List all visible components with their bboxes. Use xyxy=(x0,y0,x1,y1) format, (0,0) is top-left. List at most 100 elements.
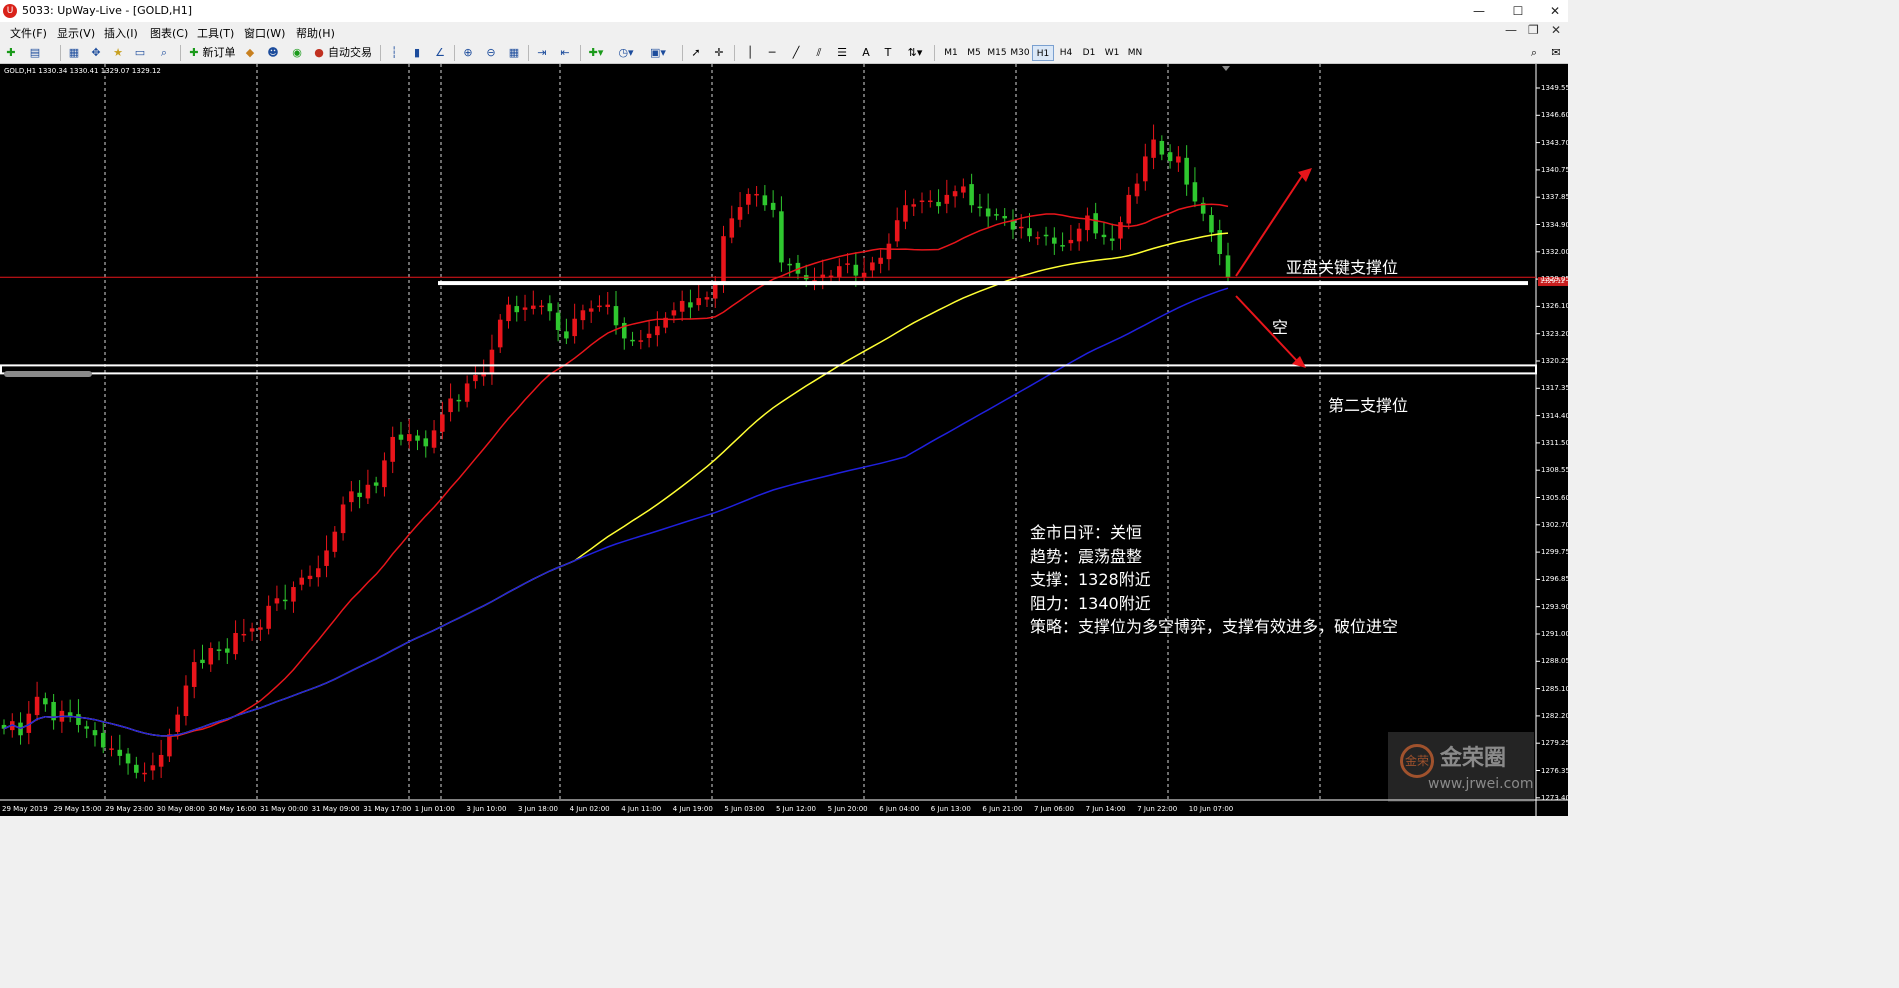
tile-windows-icon[interactable]: ▦ xyxy=(506,45,522,61)
timeframe-m30[interactable]: M30 xyxy=(1009,45,1031,61)
time-tick-label: 5 Jun 12:00 xyxy=(776,805,817,813)
trend-line-icon[interactable]: ╱ xyxy=(788,45,804,61)
terminal-icon[interactable]: ▭ xyxy=(132,45,148,61)
market-commentary: 金市日评：关恒 趋势：震荡盘整 支撑：1328附近 阻力：1340附近 策略：支… xyxy=(1030,521,1398,639)
candle-body xyxy=(216,649,222,651)
candle-body xyxy=(1035,237,1041,239)
candle-body xyxy=(406,434,412,442)
candle-body xyxy=(729,218,735,238)
search-icon[interactable]: ⌕ xyxy=(1526,45,1542,61)
child-close-button[interactable]: ✕ xyxy=(1551,23,1561,37)
auto-trade-icon[interactable]: ● xyxy=(311,45,327,61)
upway-logo-icon: U xyxy=(3,4,17,18)
navigator-icon[interactable]: ★ xyxy=(110,45,126,61)
timeframe-m5[interactable]: M5 xyxy=(963,45,985,61)
time-tick-label: 6 Jun 13:00 xyxy=(930,805,971,813)
timeframe-w1[interactable]: W1 xyxy=(1101,45,1123,61)
time-tick-label: 30 May 08:00 xyxy=(156,805,205,813)
vertical-line-icon[interactable]: │ xyxy=(742,45,758,61)
candle-body xyxy=(175,714,180,732)
text-tool-button[interactable]: A xyxy=(858,45,874,61)
data-window-icon[interactable]: ✥ xyxy=(88,45,104,61)
candle-body xyxy=(134,764,139,773)
candle-body xyxy=(349,491,354,503)
profiles-icon[interactable]: ▤ xyxy=(26,45,44,61)
templates-icon[interactable]: ▣▾ xyxy=(648,45,668,61)
close-button[interactable]: ✕ xyxy=(1540,2,1570,20)
candle-body xyxy=(770,202,776,210)
zoom-in-icon[interactable]: ⊕ xyxy=(460,45,476,61)
time-tick-label: 3 Jun 18:00 xyxy=(518,805,559,813)
tester-icon[interactable]: ⌕ xyxy=(156,45,172,61)
child-restore-button[interactable]: ❐ xyxy=(1528,23,1539,37)
time-tick-label: 31 May 09:00 xyxy=(311,805,360,813)
auto-trade-button[interactable]: 自动交易 xyxy=(328,45,372,61)
new-order-button[interactable]: 新订单 xyxy=(202,45,236,61)
line-chart-icon[interactable]: ∠ xyxy=(432,45,448,61)
time-tick-label: 5 Jun 03:00 xyxy=(724,805,765,813)
menu-charts[interactable]: 图表(C) xyxy=(150,25,188,41)
candle-body xyxy=(1184,157,1189,185)
candle-body xyxy=(1225,255,1231,278)
candle-body xyxy=(183,685,189,717)
chart-shift-icon[interactable]: ⇥ xyxy=(534,45,550,61)
users-icon[interactable]: ☻ xyxy=(265,45,281,61)
candle-body xyxy=(655,326,660,336)
cursor-icon[interactable]: ➚ xyxy=(688,45,704,61)
label-tool-button[interactable]: T xyxy=(880,45,896,61)
terminal-window: U 5033: UpWay-Live - [GOLD,H1] — ☐ ✕ 文件(… xyxy=(0,0,1568,816)
timeframe-h4[interactable]: H4 xyxy=(1055,45,1077,61)
channel-icon[interactable]: ⫽ xyxy=(811,45,827,61)
time-tick-label: 29 May 2019 xyxy=(2,805,48,813)
zoom-out-icon[interactable]: ⊖ xyxy=(483,45,499,61)
crosshair-icon[interactable]: ✛ xyxy=(711,45,727,61)
chart-scroll-handle[interactable] xyxy=(4,371,92,377)
price-tick-label: 1282.20 xyxy=(1541,711,1568,720)
commentary-trend: 趋势：震荡盘整 xyxy=(1030,546,1143,566)
menu-insert[interactable]: 插入(I) xyxy=(104,25,138,41)
child-minimize-button[interactable]: — xyxy=(1505,23,1517,37)
timeframe-h1[interactable]: H1 xyxy=(1032,45,1054,61)
price-tick-label: 1332.00 xyxy=(1541,247,1568,256)
market-watch-icon[interactable]: ▦ xyxy=(66,45,82,61)
menu-help[interactable]: 帮助(H) xyxy=(296,25,335,41)
menu-tools[interactable]: 工具(T) xyxy=(197,25,234,41)
autoscroll-icon[interactable]: ⇤ xyxy=(557,45,573,61)
candle-body xyxy=(1118,222,1123,239)
menu-view[interactable]: 显示(V) xyxy=(57,25,95,41)
signals-icon[interactable]: ◉ xyxy=(289,45,305,61)
chat-icon[interactable]: ✉ xyxy=(1548,45,1564,61)
fibonacci-icon[interactable]: ☰ xyxy=(834,45,850,61)
menu-window[interactable]: 窗口(W) xyxy=(244,25,285,41)
candle-body xyxy=(448,398,453,413)
minimize-button[interactable]: — xyxy=(1464,2,1494,20)
price-tick-label: 1273.40 xyxy=(1541,793,1568,802)
indicators-icon[interactable]: ✚▾ xyxy=(586,45,606,61)
second-support-zone xyxy=(0,364,1537,375)
metaeditor-icon[interactable]: ◆ xyxy=(242,45,258,61)
price-tick-label: 1288.05 xyxy=(1541,657,1568,666)
price-chart[interactable]: GOLD,H1 1330.34 1330.41 1329.07 1329.12 … xyxy=(0,64,1568,816)
candlestick-chart-icon[interactable]: ▮ xyxy=(409,45,425,61)
candle-body xyxy=(456,399,462,402)
candle-body xyxy=(671,310,677,316)
arrows-icon[interactable]: ⇅▾ xyxy=(904,45,926,61)
candle-body xyxy=(340,504,346,534)
periods-icon[interactable]: ◷▾ xyxy=(616,45,636,61)
new-order-icon[interactable]: ✚ xyxy=(187,45,201,61)
time-tick-label: 1 Jun 01:00 xyxy=(414,805,455,813)
menu-file[interactable]: 文件(F) xyxy=(10,25,47,41)
candle-body xyxy=(258,627,263,630)
time-tick-label: 7 Jun 14:00 xyxy=(1085,805,1126,813)
candle-body xyxy=(746,193,751,205)
horizontal-line-icon[interactable]: ─ xyxy=(764,45,780,61)
new-chart-icon[interactable]: ✚ xyxy=(2,45,20,61)
timeframe-d1[interactable]: D1 xyxy=(1078,45,1100,61)
maximize-button[interactable]: ☐ xyxy=(1503,2,1533,20)
timeframe-m1[interactable]: M1 xyxy=(940,45,962,61)
candle-body xyxy=(109,748,114,750)
timeframe-mn[interactable]: MN xyxy=(1124,45,1146,61)
candle-body xyxy=(266,605,271,629)
bar-chart-icon[interactable]: ┆ xyxy=(386,45,402,61)
timeframe-m15[interactable]: M15 xyxy=(986,45,1008,61)
